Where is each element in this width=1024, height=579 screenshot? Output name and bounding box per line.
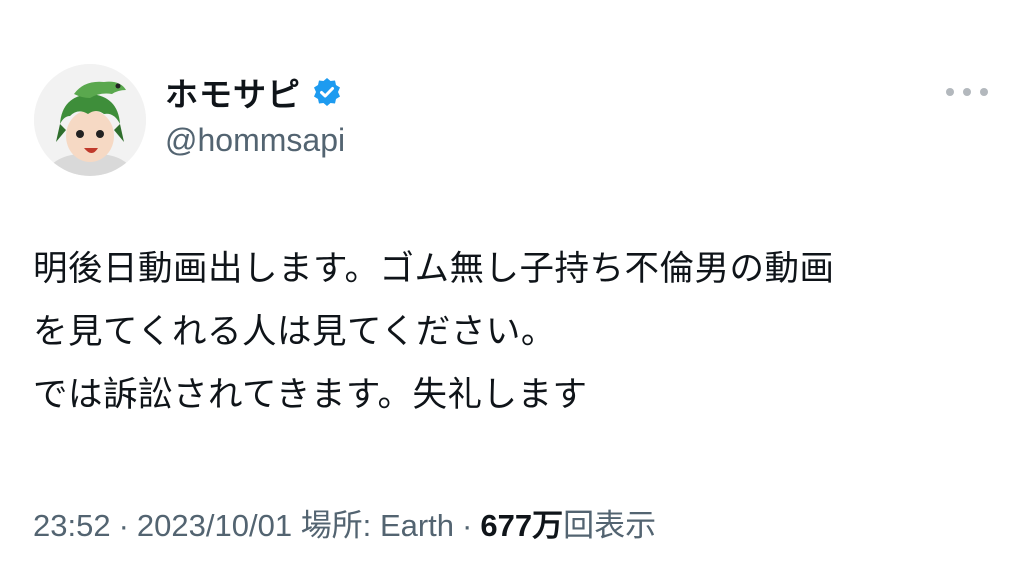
more-horizontal-icon[interactable] xyxy=(946,80,988,104)
tweet-date[interactable]: 2023/10/01 xyxy=(137,508,292,543)
tweet-meta: 23:52 · 2023/10/01 場所: Earth · 677万回表示 xyxy=(33,500,656,545)
display-name-row: ホモサピ xyxy=(165,68,345,116)
more-dot xyxy=(946,88,954,96)
views-count[interactable]: 677万 xyxy=(480,508,563,543)
tweet-card: ホモサピ @hommsapi 明後日動画出します。ゴム無し子持ち不倫男の動画 を… xyxy=(0,0,1024,579)
tweet-text-line: では訴訟されてきます。失礼します xyxy=(33,375,588,415)
meta-separator: · xyxy=(462,508,473,543)
avatar[interactable] xyxy=(34,64,146,176)
tweet-text-line: 明後日動画出します。ゴム無し子持ち不倫男の動画 xyxy=(33,249,835,289)
location-label: 場所: xyxy=(300,508,372,543)
user-handle[interactable]: @hommsapi xyxy=(165,122,345,159)
views-label: 回表示 xyxy=(563,508,657,543)
location-value: Earth xyxy=(379,508,455,543)
tweet-text-line: を見てくれる人は見てください。 xyxy=(33,312,556,352)
display-name[interactable]: ホモサピ xyxy=(165,68,301,116)
more-dot xyxy=(980,88,988,96)
verified-badge-icon[interactable] xyxy=(311,76,343,108)
meta-separator: · xyxy=(118,508,129,543)
tweet-text: 明後日動画出します。ゴム無し子持ち不倫男の動画 を見てくれる人は見てください。 … xyxy=(33,238,1003,427)
more-dot xyxy=(963,88,971,96)
tweet-time[interactable]: 23:52 xyxy=(33,508,111,543)
avatar-illustration xyxy=(34,64,146,176)
author-block: ホモサピ @hommsapi xyxy=(165,68,345,159)
